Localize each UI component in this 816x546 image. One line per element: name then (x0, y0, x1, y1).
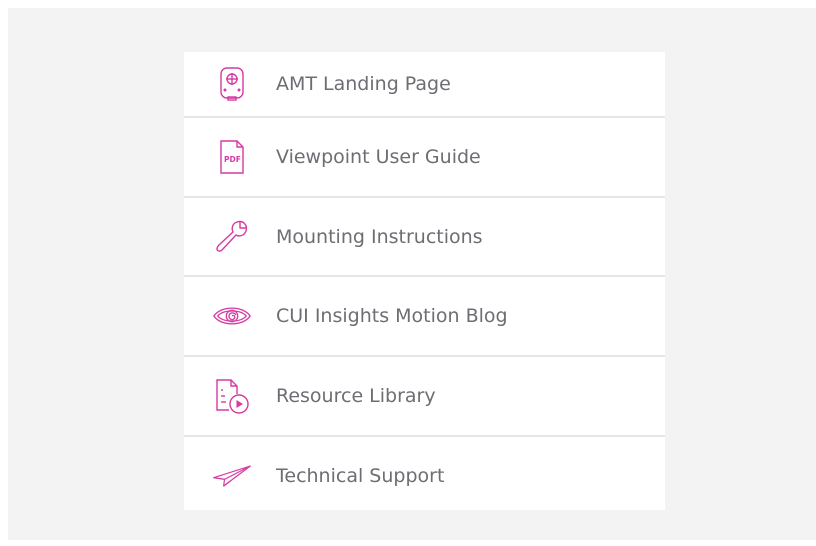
link-cui-insights-motion-blog[interactable]: CUI Insights Motion Blog (184, 277, 665, 357)
svg-text:PDF: PDF (224, 155, 241, 164)
eye-icon (212, 298, 252, 334)
pdf-icon: PDF (212, 139, 252, 175)
video-document-icon (212, 378, 252, 414)
resource-links-list: AMT Landing Page PDF Viewpoint User Guid… (184, 52, 665, 510)
link-mounting-instructions[interactable]: Mounting Instructions (184, 198, 665, 277)
motor-icon (212, 66, 252, 102)
content-panel: AMT Landing Page PDF Viewpoint User Guid… (8, 8, 816, 540)
link-technical-support[interactable]: Technical Support (184, 437, 665, 514)
link-label: Viewpoint User Guide (276, 146, 481, 168)
link-resource-library[interactable]: Resource Library (184, 357, 665, 437)
link-label: Mounting Instructions (276, 225, 483, 248)
link-amt-landing-page[interactable]: AMT Landing Page (184, 52, 665, 118)
link-viewpoint-user-guide[interactable]: PDF Viewpoint User Guide (184, 118, 665, 198)
link-label: AMT Landing Page (276, 73, 451, 95)
link-label: CUI Insights Motion Blog (276, 305, 508, 327)
wrench-icon (212, 219, 252, 255)
paper-plane-icon (212, 458, 252, 494)
link-label: Resource Library (276, 385, 436, 407)
link-label: Technical Support (276, 464, 445, 487)
